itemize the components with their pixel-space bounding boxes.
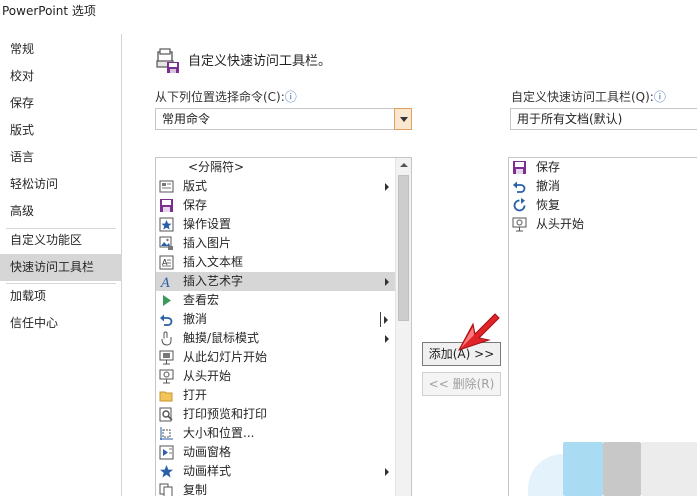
- nav-item-advanced[interactable]: 高级: [0, 198, 121, 225]
- save-icon: [513, 161, 526, 174]
- nav-item-accessibility[interactable]: 轻松访问: [0, 171, 121, 198]
- submenu-arrow-icon: [385, 183, 389, 191]
- list-item[interactable]: 大小和位置...: [156, 424, 396, 443]
- nav-item-quick-access-toolbar[interactable]: 快速访问工具栏: [0, 254, 121, 281]
- choose-commands-dropdown[interactable]: 常用命令: [155, 108, 412, 130]
- watermark-shape: [603, 442, 641, 496]
- chevron-down-icon[interactable]: [394, 108, 412, 130]
- window-title: PowerPoint 选项: [2, 4, 96, 18]
- save-icon: [160, 199, 173, 212]
- watermark-shape: [641, 442, 697, 496]
- submenu-arrow-icon: [385, 278, 389, 286]
- info-icon: ⓘ: [284, 90, 297, 104]
- list-item[interactable]: 打印预览和打印: [156, 405, 396, 424]
- insert-textbox-icon: A: [159, 255, 174, 270]
- list-item[interactable]: 撤消: [509, 177, 697, 196]
- nav-item-trust-center[interactable]: 信任中心: [0, 310, 121, 337]
- list-item[interactable]: 从头开始: [509, 215, 697, 234]
- choose-commands-value: 常用命令: [162, 112, 211, 126]
- wordart-icon: A: [160, 276, 170, 289]
- watermark-shape: [563, 442, 603, 496]
- insert-picture-icon: [159, 236, 173, 250]
- list-item[interactable]: 触摸/鼠标模式: [156, 329, 396, 348]
- undo-icon: [513, 181, 526, 193]
- animation-pane-icon: [159, 445, 174, 460]
- commands-scrollbar[interactable]: [395, 158, 411, 496]
- redo-icon: [513, 198, 526, 212]
- nav-item-save[interactable]: 保存: [0, 90, 121, 117]
- list-item[interactable]: 从此幻灯片开始: [156, 348, 396, 367]
- from-current-slide-icon: [159, 350, 174, 365]
- list-item[interactable]: 复制: [156, 481, 396, 496]
- layout-icon: [159, 180, 174, 193]
- info-icon: ⓘ: [653, 90, 666, 104]
- nav-item-proofing[interactable]: 校对: [0, 63, 121, 90]
- from-beginning-icon: [512, 217, 527, 232]
- scroll-up-arrow-icon[interactable]: [396, 158, 411, 173]
- list-item[interactable]: 查看宏: [156, 291, 396, 310]
- undo-icon: [160, 314, 173, 326]
- list-item[interactable]: 从头开始: [156, 367, 396, 386]
- list-item[interactable]: 恢复: [509, 196, 697, 215]
- list-item[interactable]: 保存: [509, 158, 697, 177]
- submenu-arrow-icon: [384, 316, 388, 324]
- nav-item-general[interactable]: 常规: [0, 36, 121, 63]
- touch-mode-icon: [161, 331, 172, 346]
- list-item[interactable]: 版式: [156, 177, 396, 196]
- nav-item-addins[interactable]: 加载项: [0, 283, 121, 310]
- submenu-arrow-icon: [385, 335, 389, 343]
- nav-item-language[interactable]: 语言: [0, 144, 121, 171]
- quick-access-toolbar-icon: [156, 48, 179, 73]
- customize-toolbar-label: 自定义快速访问工具栏(Q):ⓘ: [511, 90, 666, 104]
- customize-toolbar-value: 用于所有文档(默认): [517, 112, 623, 126]
- remove-button[interactable]: << 删除(R): [422, 372, 501, 396]
- nav-item-layout[interactable]: 版式: [0, 117, 121, 144]
- qat-settings-panel: 自定义快速访问工具栏。 从下列位置选择命令(C):ⓘ 常用命令 自定义快速访问工…: [123, 34, 697, 496]
- column-divider: [380, 312, 381, 327]
- page-heading: 自定义快速访问工具栏。: [188, 54, 332, 69]
- nav-item-customize-ribbon[interactable]: 自定义功能区: [0, 227, 121, 254]
- size-position-icon: [160, 427, 173, 440]
- list-item[interactable]: 保存: [156, 196, 396, 215]
- list-item[interactable]: 插入图片: [156, 234, 396, 253]
- list-item[interactable]: 操作设置: [156, 215, 396, 234]
- list-item[interactable]: <分隔符>: [156, 158, 396, 177]
- action-settings-icon: [159, 217, 174, 232]
- copy-icon: [159, 483, 173, 496]
- list-item[interactable]: A 插入艺术字: [156, 272, 396, 291]
- submenu-arrow-icon: [385, 468, 389, 476]
- available-commands-list[interactable]: <分隔符> 版式 保存 操作设置 插入图片 A 插入文本框 A 插入艺术字 查看…: [155, 157, 412, 496]
- macro-play-icon: [163, 295, 171, 306]
- list-item[interactable]: 打开: [156, 386, 396, 405]
- open-folder-icon: [159, 391, 173, 402]
- list-item[interactable]: A 插入文本框: [156, 253, 396, 272]
- print-preview-icon: [159, 407, 173, 422]
- options-nav: 常规 校对 保存 版式 语言 轻松访问 高级 自定义功能区 快速访问工具栏 加载…: [0, 34, 122, 496]
- list-item[interactable]: 动画样式: [156, 462, 396, 481]
- scroll-thumb[interactable]: [398, 175, 409, 321]
- animation-styles-icon: [160, 465, 173, 478]
- from-beginning-icon: [159, 369, 174, 384]
- svg-text:A: A: [160, 276, 170, 289]
- red-arrow-cursor-icon: [457, 313, 500, 351]
- list-item[interactable]: 动画窗格: [156, 443, 396, 462]
- choose-commands-label: 从下列位置选择命令(C):ⓘ: [155, 90, 297, 104]
- customize-toolbar-dropdown[interactable]: 用于所有文档(默认): [510, 108, 697, 130]
- list-item[interactable]: 撤消: [156, 310, 396, 329]
